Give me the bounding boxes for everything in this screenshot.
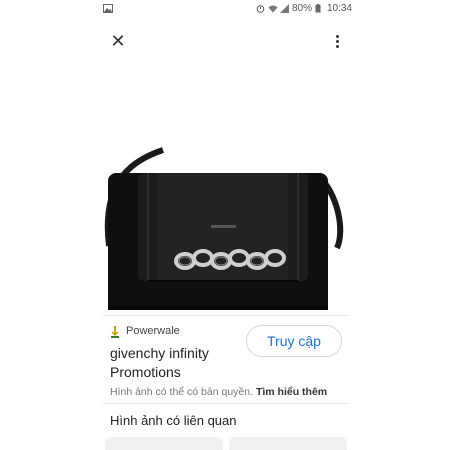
learn-more-link[interactable]: Tìm hiểu thêm bbox=[256, 386, 327, 398]
battery-icon bbox=[315, 4, 324, 13]
product-title[interactable]: givenchy infinity Promotions bbox=[110, 344, 250, 382]
wifi-icon bbox=[268, 4, 278, 13]
status-time: 10:34 bbox=[326, 3, 352, 14]
related-thumbnail[interactable] bbox=[229, 437, 347, 450]
close-icon[interactable]: ✕ bbox=[107, 30, 129, 52]
copyright-notice: Hình ảnh có thể có bản quyền. Tìm hiểu t… bbox=[110, 386, 327, 398]
source-row[interactable]: Powerwale bbox=[110, 325, 180, 338]
source-name: Powerwale bbox=[126, 325, 180, 337]
status-bar: 80% 10:34 bbox=[93, 0, 358, 20]
viewer-toolbar: ✕ bbox=[93, 24, 358, 56]
visit-button[interactable]: Truy cập bbox=[246, 325, 342, 357]
battery-percent: 80% bbox=[291, 3, 312, 14]
product-image[interactable] bbox=[93, 70, 358, 323]
alarm-icon bbox=[256, 4, 265, 13]
more-vert-icon[interactable] bbox=[330, 30, 344, 52]
favicon-icon bbox=[110, 325, 120, 338]
copyright-text: Hình ảnh có thể có bản quyền. bbox=[110, 386, 254, 398]
signal-icon bbox=[279, 4, 289, 13]
related-thumbnail[interactable] bbox=[105, 437, 223, 450]
status-icons: 80% 10:34 bbox=[256, 3, 352, 14]
divider bbox=[103, 403, 348, 404]
divider bbox=[103, 315, 348, 316]
related-heading: Hình ảnh có liên quan bbox=[110, 413, 237, 428]
image-icon bbox=[103, 4, 113, 16]
phone-screen: 80% 10:34 ✕ Powerwale Truy cập givenchy … bbox=[93, 0, 358, 450]
